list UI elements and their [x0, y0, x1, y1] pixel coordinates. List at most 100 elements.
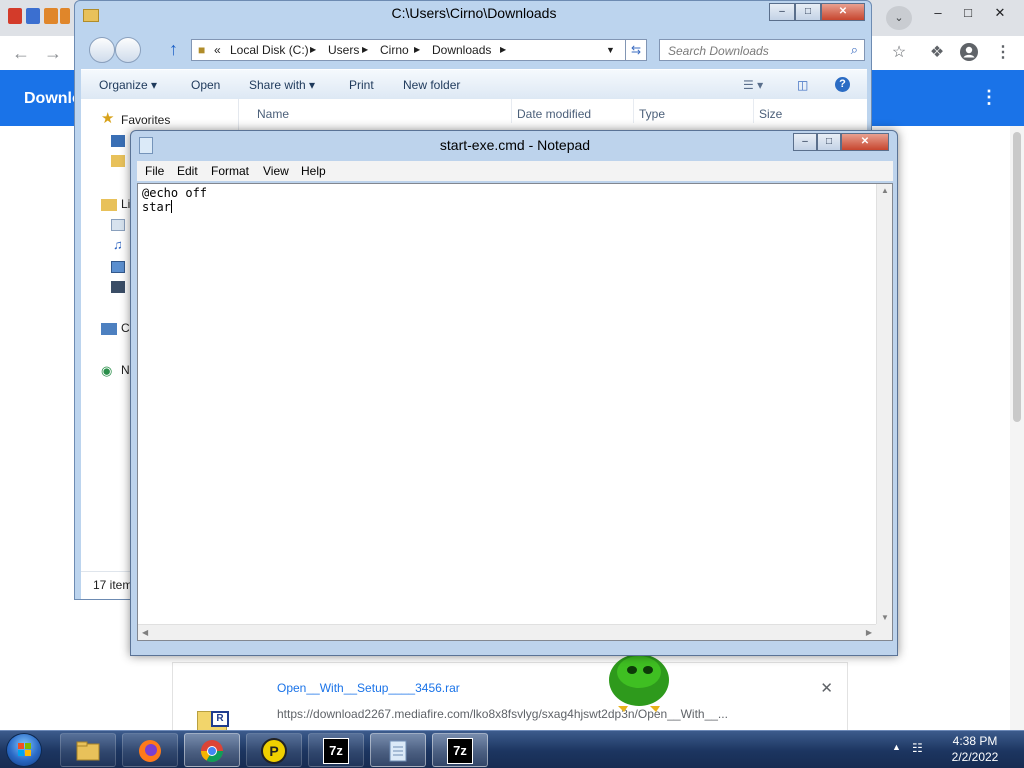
- scroll-left-icon[interactable]: ◀: [142, 628, 148, 637]
- page-scrollbar[interactable]: [1010, 126, 1024, 730]
- documents-icon[interactable]: [111, 219, 125, 231]
- taskbar-parsec-button[interactable]: P: [246, 733, 302, 767]
- command-bar: Organize ▾ Open Share with ▾ Print New f…: [81, 69, 867, 99]
- breadcrumb-users[interactable]: Users: [328, 43, 359, 57]
- scroll-up-icon[interactable]: ▲: [881, 186, 889, 195]
- up-arrow-icon[interactable]: ↑: [169, 39, 178, 60]
- parsec-icon: P: [261, 738, 287, 764]
- chevron-right-icon[interactable]: ▶: [310, 45, 316, 54]
- tab-favicon[interactable]: [60, 8, 70, 24]
- favorites-star-icon: ★: [101, 110, 115, 127]
- scroll-right-icon[interactable]: ▶: [866, 628, 872, 637]
- search-input[interactable]: Search Downloads ⌕: [659, 39, 865, 61]
- view-icon[interactable]: ☰ ▾: [743, 78, 763, 92]
- star-icon[interactable]: ☆: [888, 42, 910, 64]
- breadcrumb-downloads[interactable]: Downloads: [432, 43, 491, 57]
- show-hidden-icons-icon[interactable]: ▲: [892, 742, 901, 752]
- preview-pane-icon[interactable]: ◫: [797, 78, 808, 92]
- clock-date[interactable]: 2/2/2022: [932, 750, 1018, 764]
- breadcrumb-cirno[interactable]: Cirno: [380, 43, 409, 57]
- nav-favorites[interactable]: Favorites: [121, 113, 170, 127]
- tab-favicon[interactable]: [26, 8, 40, 24]
- explorer-close-button[interactable]: ✕: [821, 3, 865, 21]
- menu-edit[interactable]: Edit: [177, 164, 198, 178]
- desktop-icon[interactable]: [111, 135, 125, 147]
- taskbar-7zip-button[interactable]: 7z: [308, 733, 364, 767]
- download-filename-link[interactable]: Open__With__Setup____3456.rar: [277, 681, 460, 695]
- notepad-close-button[interactable]: ✕: [841, 133, 889, 151]
- downloads-folder-icon[interactable]: [111, 155, 125, 167]
- chrome-minimize-button[interactable]: –: [924, 4, 952, 22]
- more-icon[interactable]: ⋮: [992, 42, 1014, 64]
- refresh-icon[interactable]: ⇆: [625, 39, 647, 61]
- back-icon[interactable]: ←: [10, 42, 32, 64]
- breadcrumb-local-disk[interactable]: Local Disk (C:): [230, 43, 309, 57]
- open-button[interactable]: Open: [191, 78, 220, 92]
- breadcrumb-overflow[interactable]: «: [214, 43, 221, 57]
- share-with-button[interactable]: Share with ▾: [249, 78, 315, 92]
- back-icon[interactable]: [89, 37, 115, 63]
- chrome-close-button[interactable]: ✕: [986, 4, 1014, 22]
- network-tray-icon[interactable]: ☷: [912, 741, 923, 755]
- menu-help[interactable]: Help: [301, 164, 326, 178]
- horizontal-scrollbar[interactable]: ◀ ▶: [138, 624, 876, 640]
- menu-format[interactable]: Format: [211, 164, 249, 178]
- vertical-scrollbar[interactable]: ▲ ▼: [876, 184, 892, 624]
- network-icon[interactable]: ◉: [101, 364, 115, 377]
- scroll-down-icon[interactable]: ▼: [881, 613, 889, 622]
- search-icon[interactable]: ⌕: [851, 42, 858, 58]
- videos-icon[interactable]: [111, 281, 125, 293]
- start-orb-icon[interactable]: [6, 733, 42, 767]
- music-icon[interactable]: ♫: [113, 238, 127, 251]
- resize-grip[interactable]: [876, 624, 892, 640]
- address-bar[interactable]: ■ « Local Disk (C:) ▶ Users ▶ Cirno ▶ Do…: [191, 39, 645, 61]
- taskbar-chrome-button[interactable]: [184, 733, 240, 767]
- column-header-size[interactable]: Size: [759, 107, 782, 121]
- chevron-right-icon[interactable]: ▶: [500, 45, 506, 54]
- column-divider[interactable]: [753, 99, 754, 123]
- chevron-down-icon[interactable]: ▼: [606, 45, 615, 55]
- taskbar-explorer-button[interactable]: [60, 733, 116, 767]
- help-icon[interactable]: ?: [835, 77, 850, 92]
- text-editor[interactable]: @echo off star ▲ ▼ ◀ ▶: [137, 183, 893, 641]
- nav-network[interactable]: N: [121, 363, 130, 377]
- editor-line-current: star: [142, 200, 207, 214]
- close-icon[interactable]: ✕: [820, 679, 833, 697]
- new-folder-button[interactable]: New folder: [403, 78, 460, 92]
- computer-icon[interactable]: [101, 323, 117, 335]
- forward-icon[interactable]: [115, 37, 141, 63]
- downloads-more-icon[interactable]: ⋮: [980, 88, 998, 106]
- extensions-icon[interactable]: ❖: [926, 42, 948, 64]
- taskbar-firefox-button[interactable]: [122, 733, 178, 767]
- notepad-maximize-button[interactable]: □: [817, 133, 841, 151]
- profile-icon[interactable]: [958, 42, 980, 64]
- print-button[interactable]: Print: [349, 78, 374, 92]
- column-header-type[interactable]: Type: [639, 107, 665, 121]
- pictures-icon[interactable]: [111, 261, 125, 273]
- scrollbar-thumb[interactable]: [1013, 132, 1021, 422]
- menu-view[interactable]: View: [263, 164, 289, 178]
- tab-favicon[interactable]: [44, 8, 58, 24]
- clock-time[interactable]: 4:38 PM: [932, 734, 1018, 748]
- nav-libraries[interactable]: Li: [121, 197, 130, 211]
- forward-icon[interactable]: →: [42, 42, 64, 64]
- tab-search-button[interactable]: ⌄: [886, 6, 912, 30]
- organize-button[interactable]: Organize ▾: [99, 78, 157, 92]
- libraries-icon[interactable]: [101, 199, 117, 211]
- column-divider[interactable]: [633, 99, 634, 123]
- chevron-right-icon[interactable]: ▶: [414, 45, 420, 54]
- chrome-maximize-button[interactable]: □: [954, 4, 982, 22]
- column-divider[interactable]: [511, 99, 512, 123]
- explorer-maximize-button[interactable]: □: [795, 3, 821, 21]
- column-header-date[interactable]: Date modified: [517, 107, 591, 121]
- nav-computer[interactable]: C: [121, 321, 130, 335]
- taskbar-notepad-button[interactable]: [370, 733, 426, 767]
- explorer-minimize-button[interactable]: –: [769, 3, 795, 21]
- tab-favicon[interactable]: [8, 8, 22, 24]
- notepad-minimize-button[interactable]: –: [793, 133, 817, 151]
- editor-content[interactable]: @echo off star: [142, 186, 207, 214]
- column-header-name[interactable]: Name: [257, 107, 289, 121]
- taskbar-7zip-window-button[interactable]: 7z: [432, 733, 488, 767]
- chevron-right-icon[interactable]: ▶: [362, 45, 368, 54]
- menu-file[interactable]: File: [145, 164, 164, 178]
